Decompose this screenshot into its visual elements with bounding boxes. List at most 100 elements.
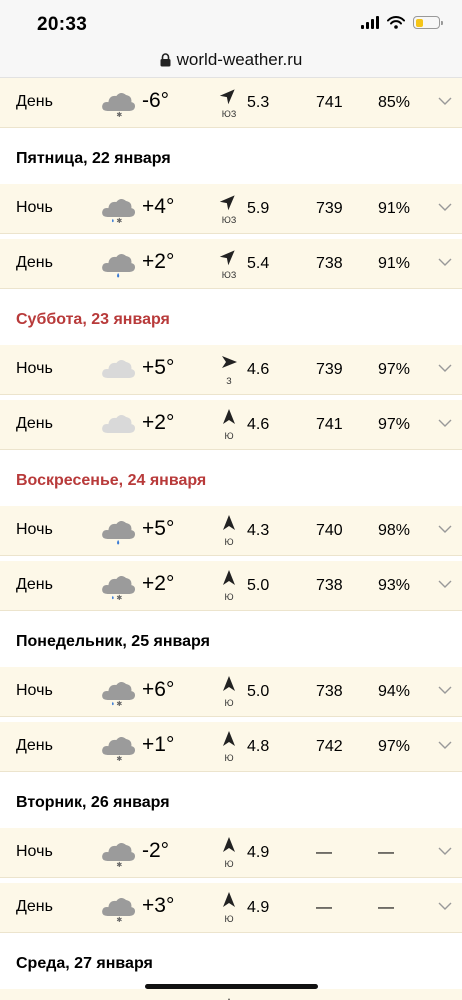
- wind-direction-icon: ЮЗ: [219, 85, 239, 121]
- wind-direction-icon: Ю: [219, 729, 239, 765]
- day-header: Среда, 27 января: [0, 938, 462, 989]
- temperature: +5°: [142, 356, 175, 379]
- wind-speed: 5.0: [247, 683, 270, 700]
- temperature: -6°: [142, 89, 170, 112]
- time-of-day: День: [16, 576, 53, 593]
- time-of-day: День: [16, 254, 53, 271]
- forecast-row[interactable]: Ночь ✱ +6° Ю 5.0 738 94%: [0, 667, 462, 717]
- chevron-down-icon[interactable]: [438, 846, 452, 856]
- chevron-down-icon[interactable]: [438, 901, 452, 911]
- humidity: —: [378, 844, 394, 861]
- humidity: —: [378, 899, 394, 916]
- home-indicator[interactable]: [145, 984, 318, 989]
- forecast-row[interactable]: День ✱ +1° Ю 4.8 742 97%: [0, 722, 462, 772]
- svg-text:✱: ✱: [116, 110, 122, 118]
- pressure: 739: [316, 200, 343, 217]
- chevron-down-icon[interactable]: [438, 579, 452, 589]
- pressure: 741: [316, 94, 343, 111]
- humidity: 97%: [378, 416, 411, 433]
- wind-direction-label: Ю: [224, 914, 234, 924]
- temperature: -2°: [142, 839, 170, 862]
- humidity: 97%: [378, 361, 411, 378]
- wind-speed: 5.3: [247, 94, 270, 111]
- temperature: +4°: [142, 195, 175, 218]
- wind-direction-icon: Ю: [219, 835, 239, 871]
- svg-text:✱: ✱: [116, 915, 122, 923]
- temperature: +2°: [142, 572, 175, 595]
- time-of-day: Ночь: [16, 682, 53, 699]
- chevron-down-icon[interactable]: [438, 418, 452, 428]
- chevron-down-icon[interactable]: [438, 257, 452, 267]
- forecast-list: День ✱ -6° ЮЗ 5.3 741 85% Пятница, 22 января Ноч…: [0, 78, 462, 1000]
- temperature: +2°: [142, 411, 175, 434]
- wind-speed: 5.4: [247, 255, 270, 272]
- time-of-day: Ночь: [16, 521, 53, 538]
- wind-direction-label: Ю: [224, 431, 234, 441]
- wind-speed: 4.9: [247, 899, 270, 916]
- pressure: 738: [316, 255, 343, 272]
- wind-speed: 4.6: [247, 416, 270, 433]
- humidity: 97%: [378, 738, 411, 755]
- humidity: 91%: [378, 200, 411, 217]
- chevron-down-icon[interactable]: [438, 685, 452, 695]
- cloud-rain-icon: [100, 516, 138, 546]
- pressure: 738: [316, 683, 343, 700]
- forecast-row[interactable]: День ✱ +3° Ю 4.9 — —: [0, 883, 462, 933]
- chevron-down-icon[interactable]: [438, 524, 452, 534]
- day-header: Суббота, 23 января: [0, 294, 462, 345]
- forecast-row[interactable]: Ночь +5° Ю 4.3 740 98%: [0, 506, 462, 556]
- wind-speed: 4.3: [247, 522, 270, 539]
- pressure: 740: [316, 522, 343, 539]
- battery-icon: [413, 16, 443, 29]
- humidity: 98%: [378, 522, 411, 539]
- wind-direction-icon: Ю: [219, 513, 239, 549]
- time-of-day: День: [16, 93, 53, 110]
- status-icons: [361, 16, 443, 29]
- time-of-day: Ночь: [16, 360, 53, 377]
- wind-direction-label: Ю: [224, 859, 234, 869]
- wind-direction-icon: Ю: [219, 407, 239, 443]
- wind-speed: 4.8: [247, 738, 270, 755]
- cloud-light-icon: [100, 355, 138, 385]
- pressure: —: [316, 899, 332, 916]
- cloud-rain-icon: [100, 249, 138, 279]
- cloud-sleet-icon: ✱: [100, 194, 138, 225]
- lock-icon: [160, 52, 171, 66]
- wind-speed: 4.9: [247, 844, 270, 861]
- day-header: Воскресенье, 24 января: [0, 455, 462, 506]
- wind-direction-icon: Ю: [219, 890, 239, 926]
- wind-direction-label: ЮЗ: [221, 109, 237, 119]
- chevron-down-icon[interactable]: [438, 202, 452, 212]
- forecast-row[interactable]: Ночь-3°Ю5.3——: [0, 989, 462, 1000]
- forecast-row[interactable]: День ✱ -6° ЮЗ 5.3 741 85%: [0, 78, 462, 128]
- pressure: 738: [316, 577, 343, 594]
- pressure: 742: [316, 738, 343, 755]
- forecast-row[interactable]: День ✱ +2° Ю 5.0 738 93%: [0, 561, 462, 611]
- status-bar: 20:33: [0, 0, 462, 42]
- forecast-row[interactable]: День +2° Ю 4.6 741 97%: [0, 400, 462, 450]
- url-text[interactable]: world-weather.ru: [177, 50, 303, 70]
- humidity: 93%: [378, 577, 411, 594]
- wind-direction-icon: З: [219, 352, 239, 388]
- wind-direction-label: Ю: [224, 592, 234, 602]
- address-bar[interactable]: world-weather.ru: [0, 42, 462, 78]
- forecast-row[interactable]: Ночь ✱ -2° Ю 4.9 — —: [0, 828, 462, 878]
- chevron-down-icon[interactable]: [438, 96, 452, 106]
- wifi-icon: [387, 16, 405, 29]
- humidity: 94%: [378, 683, 411, 700]
- forecast-row[interactable]: День +2° ЮЗ 5.4 738 91%: [0, 239, 462, 289]
- pressure: 739: [316, 361, 343, 378]
- svg-text:✱: ✱: [116, 860, 122, 868]
- pressure: —: [316, 844, 332, 861]
- wind-speed: 5.0: [247, 577, 270, 594]
- pressure: 741: [316, 416, 343, 433]
- forecast-row[interactable]: Ночь +5° З 4.6 739 97%: [0, 345, 462, 395]
- temperature: +5°: [142, 517, 175, 540]
- chevron-down-icon[interactable]: [438, 740, 452, 750]
- chevron-down-icon[interactable]: [438, 363, 452, 373]
- temperature: +1°: [142, 733, 175, 756]
- cloud-sleet-icon: ✱: [100, 571, 138, 602]
- svg-text:✱: ✱: [116, 699, 122, 707]
- forecast-row[interactable]: Ночь ✱ +4° ЮЗ 5.9 739 91%: [0, 184, 462, 234]
- wind-direction-icon: ЮЗ: [219, 246, 239, 282]
